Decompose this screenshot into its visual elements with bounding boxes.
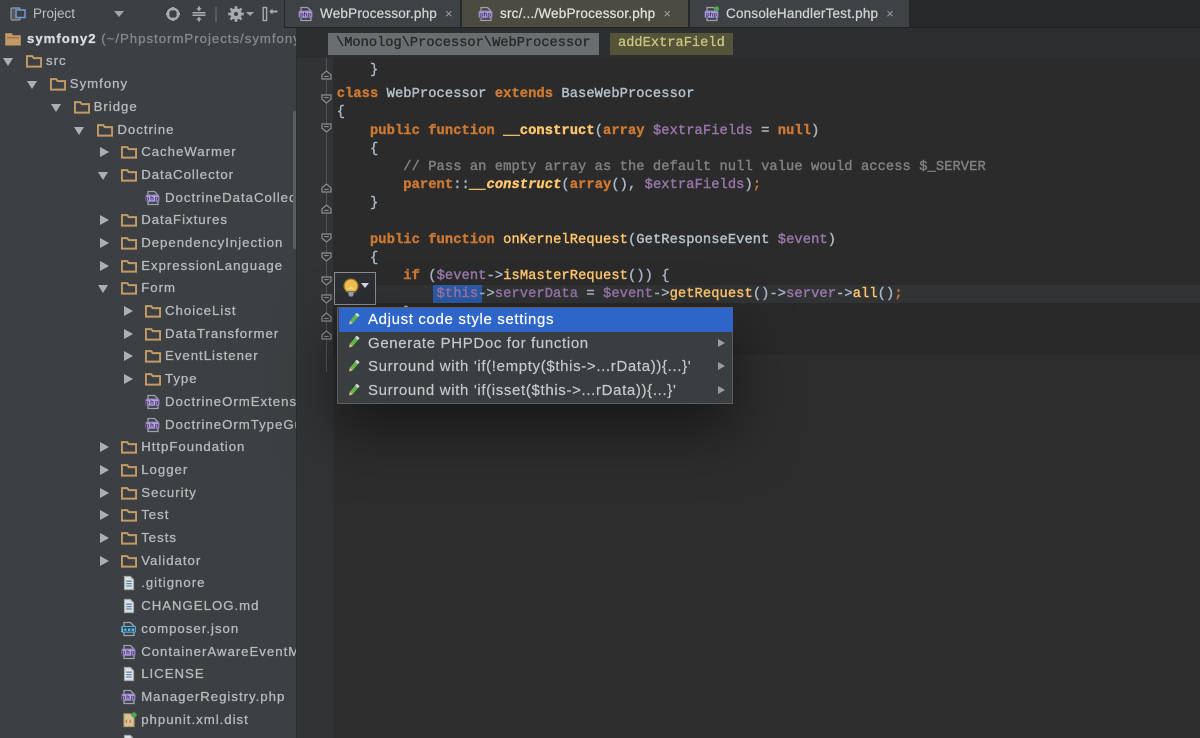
- svg-text:php: php: [122, 650, 136, 656]
- svg-text:php: php: [300, 12, 311, 18]
- svg-text:php: php: [146, 400, 160, 406]
- svg-text:‹›: ‹›: [125, 715, 133, 725]
- svg-text:json: json: [121, 627, 135, 632]
- svg-text:php: php: [122, 695, 136, 701]
- svg-text:php: php: [480, 12, 491, 18]
- svg-text:php: php: [146, 196, 160, 202]
- svg-text:php: php: [146, 423, 160, 429]
- svg-text:php: php: [706, 12, 717, 18]
